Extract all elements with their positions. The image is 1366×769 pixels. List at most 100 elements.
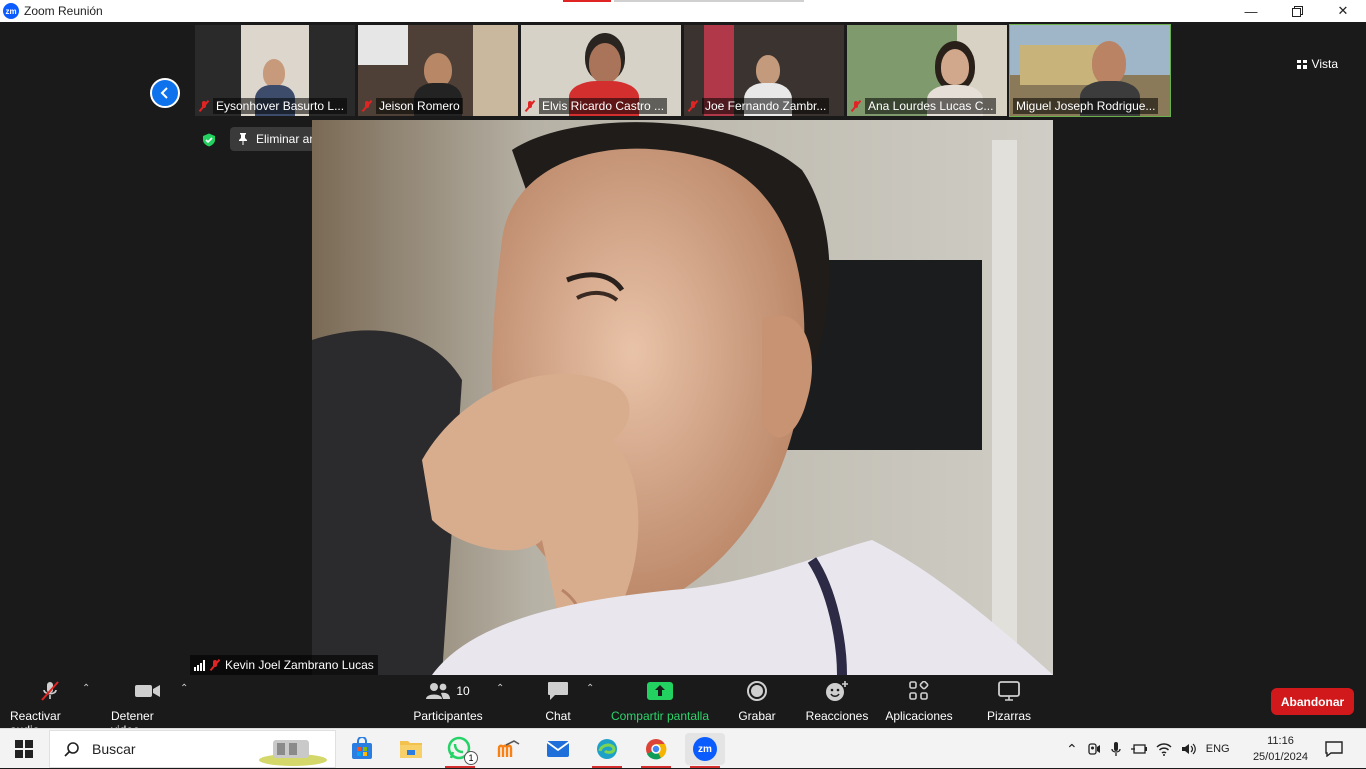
audio-options-chevron-icon[interactable]: ⌃ <box>82 683 90 694</box>
participants-label: Participantes <box>413 709 483 723</box>
participants-count: 10 <box>456 684 470 698</box>
tray-overflow-chevron-icon[interactable]: ⌃ <box>1066 741 1078 758</box>
notifications-button[interactable] <box>1314 733 1354 765</box>
chat-bubble-icon <box>548 682 568 700</box>
wifi-icon[interactable] <box>1156 742 1172 756</box>
apps-label: Aplicaciones <box>885 709 953 723</box>
camera-in-use-icon[interactable] <box>1087 742 1101 756</box>
taskbar-search-box[interactable]: Buscar <box>49 730 336 768</box>
microphone-in-use-icon[interactable] <box>1110 741 1122 757</box>
edge-browser-icon <box>597 739 617 759</box>
main-speaker-name: Kevin Joel Zambrano Lucas <box>225 658 374 672</box>
microsoft-store-icon <box>352 737 372 759</box>
input-language[interactable]: ENG <box>1206 743 1230 755</box>
participants-icon <box>426 683 451 699</box>
reactions-label: Reacciones <box>805 709 869 723</box>
folder-icon <box>400 741 422 758</box>
participant-name: Eysonhover Basurto L... <box>213 98 348 114</box>
zoom-app-icon: zm <box>693 737 717 761</box>
taskbar-store-app[interactable] <box>342 733 382 765</box>
participant-name: Jeison Romero <box>376 98 463 114</box>
system-clock[interactable]: 11:16 25/01/2024 <box>1253 733 1308 765</box>
mic-muted-icon <box>524 100 536 112</box>
mic-muted-icon <box>209 659 221 671</box>
mic-muted-icon <box>687 100 699 112</box>
search-highlight-illustration-icon <box>259 740 327 766</box>
chevron-left-icon <box>160 87 168 99</box>
main-speaker-label: Kevin Joel Zambrano Lucas <box>190 655 378 675</box>
windows-taskbar: Buscar 1 zm ⌃ ENG 11:16 25/01/2024 <box>0 728 1366 768</box>
encryption-shield-icon[interactable] <box>202 133 216 147</box>
mail-icon <box>546 741 570 757</box>
whiteboards-button[interactable]: Pizarras <box>987 680 1031 723</box>
minimize-button[interactable]: — <box>1228 0 1274 22</box>
video-options-chevron-icon[interactable]: ⌃ <box>180 683 188 694</box>
taskbar-explorer-app[interactable] <box>391 733 431 765</box>
mic-muted-icon <box>198 100 210 112</box>
apps-icon <box>909 681 929 700</box>
grid-icon <box>1296 59 1307 69</box>
share-screen-button[interactable]: Compartir pantalla <box>610 680 710 723</box>
top-drag-handle[interactable] <box>614 0 804 2</box>
windows-logo-icon <box>15 740 33 758</box>
battery-charging-icon[interactable] <box>1130 742 1147 756</box>
clock-date: 25/01/2024 <box>1252 751 1308 763</box>
window-title: Zoom Reunión <box>24 4 103 18</box>
whiteboards-label: Pizarras <box>987 709 1032 723</box>
clock-time: 11:16 <box>1267 735 1294 747</box>
search-icon <box>64 742 79 757</box>
view-label: Vista <box>1311 57 1338 71</box>
participant-tile[interactable]: Ana Lourdes Lucas C... <box>847 25 1007 116</box>
close-button[interactable]: ✕ <box>1320 0 1366 22</box>
zoom-logo-icon: zm <box>3 3 19 19</box>
participants-options-chevron-icon[interactable]: ⌃ <box>496 683 504 694</box>
meeting-toolbar: Reactivar audio ⌃ Detener video ⌃ 10 Par… <box>0 675 1366 737</box>
pin-icon <box>239 133 247 145</box>
notification-center-icon <box>1325 741 1343 757</box>
main-speaker-video[interactable] <box>312 120 1053 675</box>
record-icon <box>747 681 767 701</box>
taskbar-mail-app[interactable] <box>538 733 578 765</box>
chat-options-chevron-icon[interactable]: ⌃ <box>586 683 594 694</box>
taskbar-whatsapp-app[interactable]: 1 <box>440 733 480 768</box>
participants-button[interactable]: 10 Participantes <box>413 680 483 723</box>
restore-icon <box>1291 5 1303 17</box>
volume-icon[interactable] <box>1181 742 1197 756</box>
share-screen-label: Compartir pantalla <box>610 709 710 723</box>
view-button[interactable]: Vista <box>1296 57 1338 71</box>
speaker-video-frame <box>312 120 1053 675</box>
chrome-browser-icon <box>646 739 667 760</box>
participant-name: Elvis Ricardo Castro ... <box>539 98 668 114</box>
participants-strip: Eysonhover Basurto L... Jeison Romero El… <box>195 24 1171 117</box>
system-tray: ⌃ ENG <box>1066 729 1230 769</box>
record-button[interactable]: Grabar <box>736 680 778 723</box>
taskbar-zoom-app[interactable]: zm <box>685 733 725 768</box>
taskbar-edge-app[interactable] <box>587 733 627 768</box>
video-camera-icon <box>135 685 160 697</box>
apps-button[interactable]: Aplicaciones <box>884 680 954 723</box>
participant-tile[interactable]: Joe Fernando Zambr... <box>684 25 844 116</box>
share-screen-icon <box>647 682 673 700</box>
chat-button[interactable]: Chat <box>538 680 578 723</box>
taskbar-chrome-app[interactable] <box>636 733 676 768</box>
search-placeholder: Buscar <box>92 741 136 757</box>
participant-tile[interactable]: Jeison Romero <box>358 25 518 116</box>
taskbar-moodle-app[interactable] <box>489 733 529 765</box>
reactions-button[interactable]: Reacciones <box>806 680 868 723</box>
start-button[interactable] <box>4 733 44 765</box>
participant-tile[interactable]: Elvis Ricardo Castro ... <box>521 25 681 116</box>
previous-page-button[interactable] <box>150 78 180 108</box>
restore-button[interactable] <box>1274 0 1320 22</box>
leave-meeting-button[interactable]: Abandonar <box>1271 688 1354 715</box>
participant-tile-active[interactable]: Miguel Joseph Rodrigue... <box>1009 24 1171 117</box>
whatsapp-notification-badge: 1 <box>464 751 478 765</box>
whiteboard-icon <box>998 681 1020 701</box>
microphone-muted-icon <box>41 681 59 701</box>
chat-label: Chat <box>545 709 571 723</box>
moodle-icon <box>497 740 520 757</box>
mic-muted-icon <box>850 100 862 112</box>
participant-tile[interactable]: Eysonhover Basurto L... <box>195 25 355 116</box>
sharing-indicator <box>563 0 611 2</box>
reactions-smiley-icon <box>826 681 848 701</box>
record-label: Grabar <box>738 709 776 723</box>
